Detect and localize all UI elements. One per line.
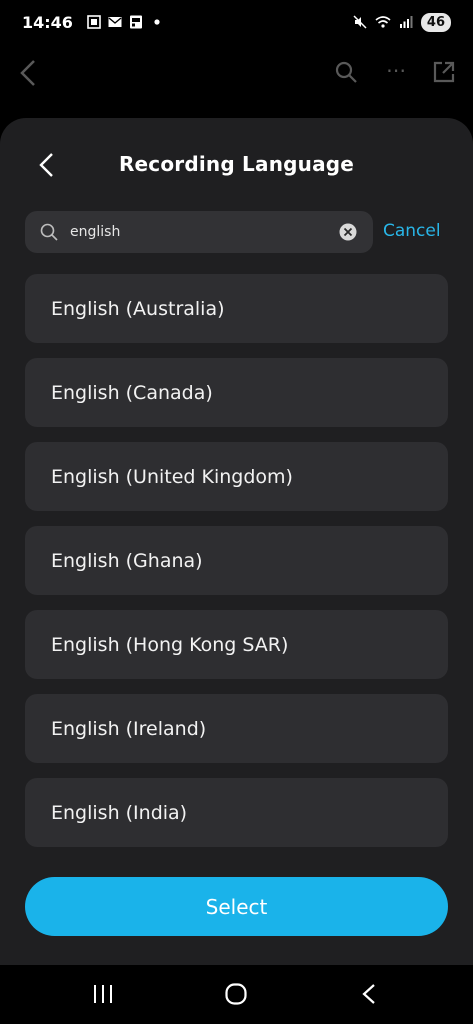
language-label: English (India): [51, 801, 188, 824]
language-item[interactable]: English (Australia): [25, 274, 448, 343]
language-item[interactable]: English (Hong Kong SAR): [25, 610, 448, 679]
language-label: English (Ireland): [51, 717, 207, 740]
language-sheet: Recording Language Cancel English (Austr…: [0, 118, 473, 965]
sheet-header: Recording Language: [0, 118, 473, 216]
language-list: English (Australia) English (Canada) Eng…: [25, 274, 448, 862]
page-title: Recording Language: [118, 152, 355, 176]
language-label: English (Hong Kong SAR): [51, 633, 289, 656]
screenshot-icon: [87, 15, 101, 29]
home-icon[interactable]: [224, 982, 248, 1006]
status-time: 14:46: [22, 12, 73, 32]
search-icon: [40, 223, 58, 241]
language-label: English (Australia): [51, 297, 225, 320]
share-icon: [433, 61, 455, 83]
mute-icon: [353, 15, 367, 29]
recents-icon[interactable]: [92, 984, 114, 1004]
language-item[interactable]: English (Ghana): [25, 526, 448, 595]
search-input[interactable]: [70, 211, 330, 253]
mail-icon: [108, 17, 122, 27]
language-label: English (United Kingdom): [51, 465, 293, 488]
dot-icon: [154, 19, 160, 25]
background-app-bar: ⋯: [0, 44, 473, 104]
select-button[interactable]: Select: [25, 877, 448, 936]
language-label: English (Ghana): [51, 549, 203, 572]
status-bar: 14:46 46: [0, 0, 473, 44]
app-icon: [129, 15, 142, 29]
search-icon: [335, 61, 357, 83]
wifi-icon: [375, 16, 391, 28]
search-box[interactable]: [25, 211, 373, 253]
nav-back-icon[interactable]: [360, 982, 378, 1006]
language-item[interactable]: English (United Kingdom): [25, 442, 448, 511]
signal-icon: [399, 16, 413, 28]
language-label: English (Canada): [51, 381, 213, 404]
language-item[interactable]: English (India): [25, 778, 448, 847]
battery-badge: 46: [420, 12, 451, 32]
cancel-button[interactable]: Cancel: [383, 221, 441, 241]
search-row: Cancel: [25, 211, 450, 253]
system-nav-bar: [0, 965, 473, 1024]
clear-search-icon[interactable]: [339, 223, 357, 241]
language-item[interactable]: English (Ireland): [25, 694, 448, 763]
more-icon: ⋯: [386, 58, 406, 82]
back-arrow-icon: [20, 60, 35, 86]
language-item[interactable]: English (Canada): [25, 358, 448, 427]
